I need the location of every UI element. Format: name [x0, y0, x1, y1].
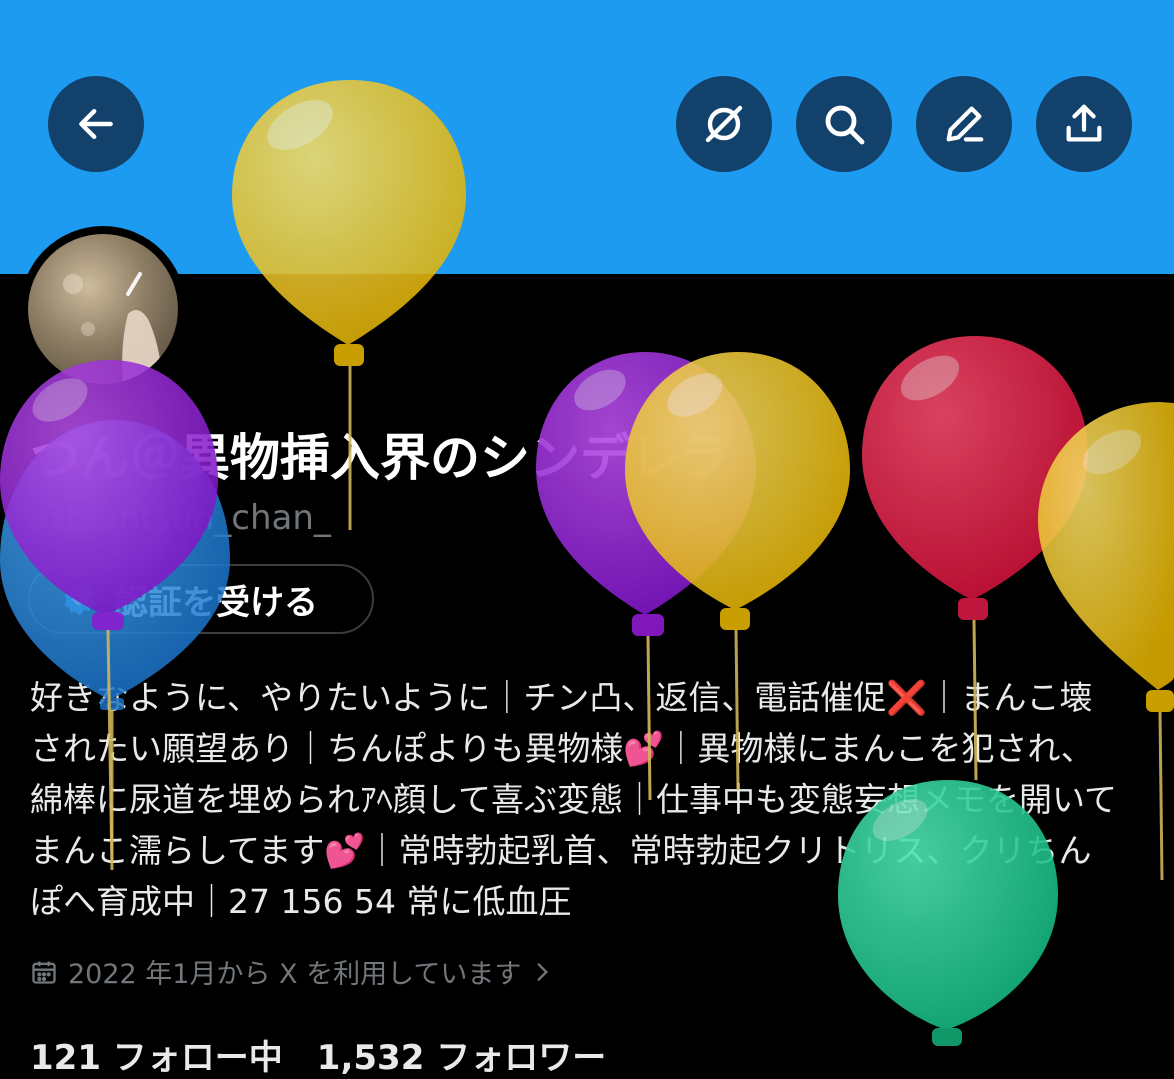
calendar-icon — [32, 961, 56, 984]
arrow-left-icon — [79, 108, 113, 140]
pencil-icon — [946, 106, 984, 142]
edit-button[interactable] — [916, 76, 1012, 172]
mute-button[interactable] — [676, 76, 772, 172]
username-handle: @tsuntsun_chan_ — [32, 498, 331, 538]
get-verified-button[interactable]: 認証を受ける — [28, 564, 374, 634]
profile-bio: 好きなように、やりたいように｜チン凸、返信、電話催促❌｜まんこ壊 されたい願望あ… — [30, 678, 1118, 921]
back-button[interactable] — [48, 76, 144, 172]
follow-stats[interactable]: 121 フォロー中 1,532 フォロワー — [30, 1030, 606, 1079]
search-icon — [825, 105, 865, 145]
verified-badge-icon — [64, 582, 96, 616]
avatar[interactable] — [20, 226, 186, 392]
chevron-right-icon — [537, 962, 549, 981]
avatar-image — [28, 234, 178, 384]
join-date-text: 2022 年1月から X を利用しています — [68, 959, 522, 990]
slashed-circle-icon — [705, 105, 743, 143]
share-icon — [1066, 104, 1102, 142]
search-button[interactable] — [796, 76, 892, 172]
share-button[interactable] — [1036, 76, 1132, 172]
display-name: つん＠異物挿入界のシンデレラ — [30, 429, 730, 487]
get-verified-label: 認証を受ける — [114, 582, 318, 623]
join-date: 2022 年1月から X を利用しています — [30, 952, 565, 991]
